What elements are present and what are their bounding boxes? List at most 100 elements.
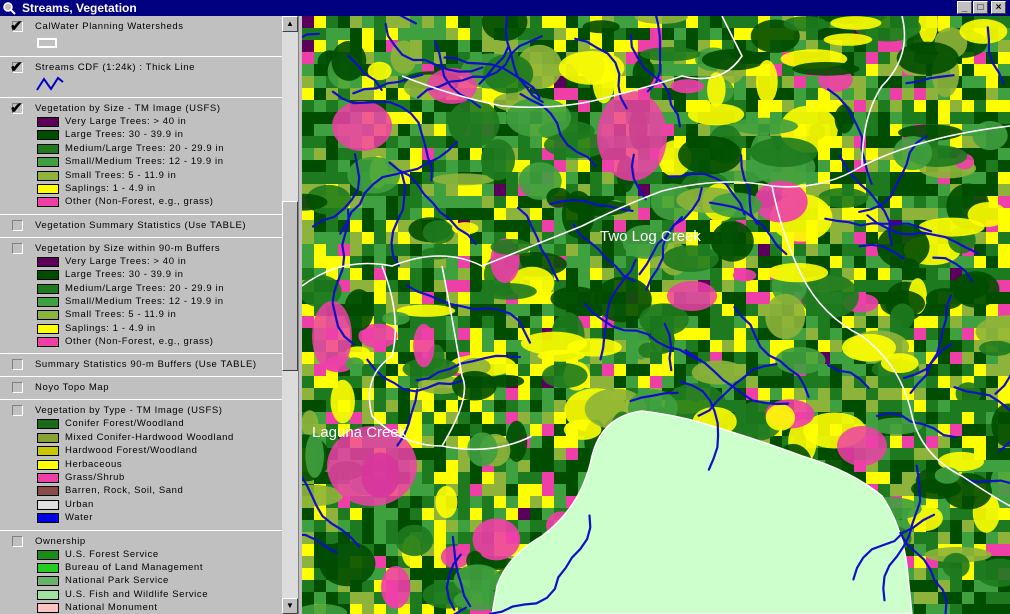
map-view[interactable]: Two Log Creek Laguna Creek [302,16,1010,614]
close-button[interactable]: × [991,1,1006,14]
stream-symbol [0,75,282,93]
map-canvas[interactable] [302,16,1010,614]
layer-header: ✔ Vegetation by Size - TM Image (USFS) [0,100,282,117]
layer-header: Summary Statistics 90-m Buffers (Use TAB… [0,358,282,372]
color-swatch [37,473,59,484]
layer-visibility-checkbox[interactable] [12,535,23,547]
legend-class: Water [0,512,282,525]
layer-title[interactable]: Vegetation by Size - TM Image (USFS) [35,103,221,114]
legend-class-label: Very Large Trees: > 40 in [65,116,187,127]
legend-class-label: Medium/Large Trees: 20 - 29.9 in [65,282,225,294]
color-swatch [37,589,59,600]
color-swatch [37,446,59,457]
legend-class-label: Urban [65,498,94,510]
layer-visibility-checkbox[interactable] [12,242,23,254]
layer-visibility-checkbox[interactable] [12,405,23,417]
layer-header: Vegetation Summary Statistics (Use TABLE… [0,219,282,233]
layer-visibility-checkbox[interactable] [12,219,23,231]
scroll-down-button[interactable]: ▼ [282,598,298,614]
checkmark-icon: ✔ [10,100,23,117]
legend-class: Conifer Forest/Woodland [0,418,282,431]
legend-layer: Vegetation Summary Statistics (Use TABLE… [0,215,282,238]
layer-title[interactable]: Vegetation by Type - TM Image (USFS) [35,405,223,416]
legend-class: Small Trees: 5 - 11.9 in [0,170,282,183]
legend-class-label: Large Trees: 30 - 39.9 in [65,269,184,281]
legend-class-label: Saplings: 1 - 4.9 in [65,182,156,194]
layer-visibility-checkbox[interactable] [12,382,23,394]
scroll-up-button[interactable]: ▲ [282,16,298,32]
color-swatch [37,143,59,154]
layer-title[interactable]: Noyo Topo Map [35,382,109,393]
legend-class-label: Medium/Large Trees: 20 - 29.9 in [65,142,225,154]
legend-layer: Ownership U.S. Forest Service Bureau of La… [0,531,282,614]
legend-class-label: U.S. Forest Service [65,548,159,560]
legend-class-label: National Monument [65,602,158,614]
layer-title[interactable]: Ownership [35,536,86,547]
legend-class-label: Small/Medium Trees: 12 - 19.9 in [65,156,224,168]
maximize-button[interactable]: □ [973,1,988,14]
layer-header: Vegetation by Size within 90-m Buffers [0,242,282,256]
watershed-symbol [0,34,282,52]
legend-class: Medium/Large Trees: 20 - 29.9 in [0,283,282,296]
legend-class-label: Barren, Rock, Soil, Sand [65,485,184,497]
legend-class: Small/Medium Trees: 12 - 19.9 in [0,296,282,309]
map-label-laguna-creek: Laguna Creek [312,424,407,441]
color-swatch [37,323,59,334]
color-swatch [37,130,59,141]
legend-class: Saplings: 1 - 4.9 in [0,323,282,336]
layer-title[interactable]: Vegetation Summary Statistics (Use TABLE… [35,220,246,231]
scroll-thumb[interactable] [282,201,298,371]
legend-layer: Noyo Topo Map [0,377,282,401]
color-swatch [37,310,59,321]
polygon-outline-icon [37,38,57,48]
color-swatch [37,459,59,470]
legend-class: Herbaceous [0,459,282,472]
legend-layer: ✔ CalWater Planning Watersheds [0,16,282,57]
legend-scrollbar[interactable]: ▲ ▼ [282,16,298,614]
app-icon [3,2,16,15]
legend-class: Bureau of Land Management [0,562,282,575]
legend-class: Mixed Conifer-Hardwood Woodland [0,432,282,445]
minimize-button[interactable]: _ [957,1,972,14]
legend-class: National Park Service [0,575,282,588]
layer-title[interactable]: Vegetation by Size within 90-m Buffers [35,243,220,254]
table-of-contents: ✔ CalWater Planning Watersheds ✔ Streams CD… [0,16,282,614]
color-swatch [37,562,59,573]
legend-class: Medium/Large Trees: 20 - 29.9 in [0,143,282,156]
layer-header: Vegetation by Type - TM Image (USFS) [0,404,282,418]
color-swatch [37,283,59,294]
legend-layer: Vegetation by Size within 90-m Buffers Ve… [0,238,282,355]
legend-class-label: U.S. Fish and Wildlife Service [65,588,209,600]
color-swatch [37,170,59,181]
legend-class-label: Saplings: 1 - 4.9 in [65,322,156,334]
legend-layer: Vegetation by Type - TM Image (USFS) Coni… [0,400,282,531]
legend-class-label: Herbaceous [65,458,123,470]
layer-title[interactable]: CalWater Planning Watersheds [35,21,184,32]
legend-class: U.S. Fish and Wildlife Service [0,589,282,602]
map-label-two-log-creek: Two Log Creek [600,228,701,245]
layer-title[interactable]: Streams CDF (1:24k) : Thick Line [35,62,195,73]
checkmark-icon: ✔ [10,59,23,76]
layer-visibility-checkbox[interactable] [12,359,23,371]
legend-class: Small Trees: 5 - 11.9 in [0,309,282,322]
legend-class-label: Large Trees: 30 - 39.9 in [65,129,184,141]
color-swatch [37,576,59,587]
color-swatch [37,117,59,127]
color-swatch [37,256,59,267]
legend-class-label: Mixed Conifer-Hardwood Woodland [65,431,234,443]
layer-header: Noyo Topo Map [0,381,282,395]
legend-class: U.S. Forest Service [0,549,282,562]
legend-class: Hardwood Forest/Woodland [0,445,282,458]
legend-class: Saplings: 1 - 4.9 in [0,183,282,196]
stream-line-icon [36,76,64,91]
color-swatch [37,513,59,524]
layer-title[interactable]: Summary Statistics 90-m Buffers (Use TAB… [35,359,257,370]
legend-class-label: Small/Medium Trees: 12 - 19.9 in [65,295,224,307]
color-swatch [37,270,59,281]
legend-class-label: Small Trees: 5 - 11.9 in [65,169,177,181]
legend-class: Very Large Trees: > 40 in [0,256,282,269]
legend-class: Large Trees: 30 - 39.9 in [0,129,282,142]
legend-class-label: Grass/Shrub [65,472,125,484]
legend-class-label: Other (Non-Forest, e.g., grass) [65,196,214,208]
legend-class-label: Water [65,512,93,524]
